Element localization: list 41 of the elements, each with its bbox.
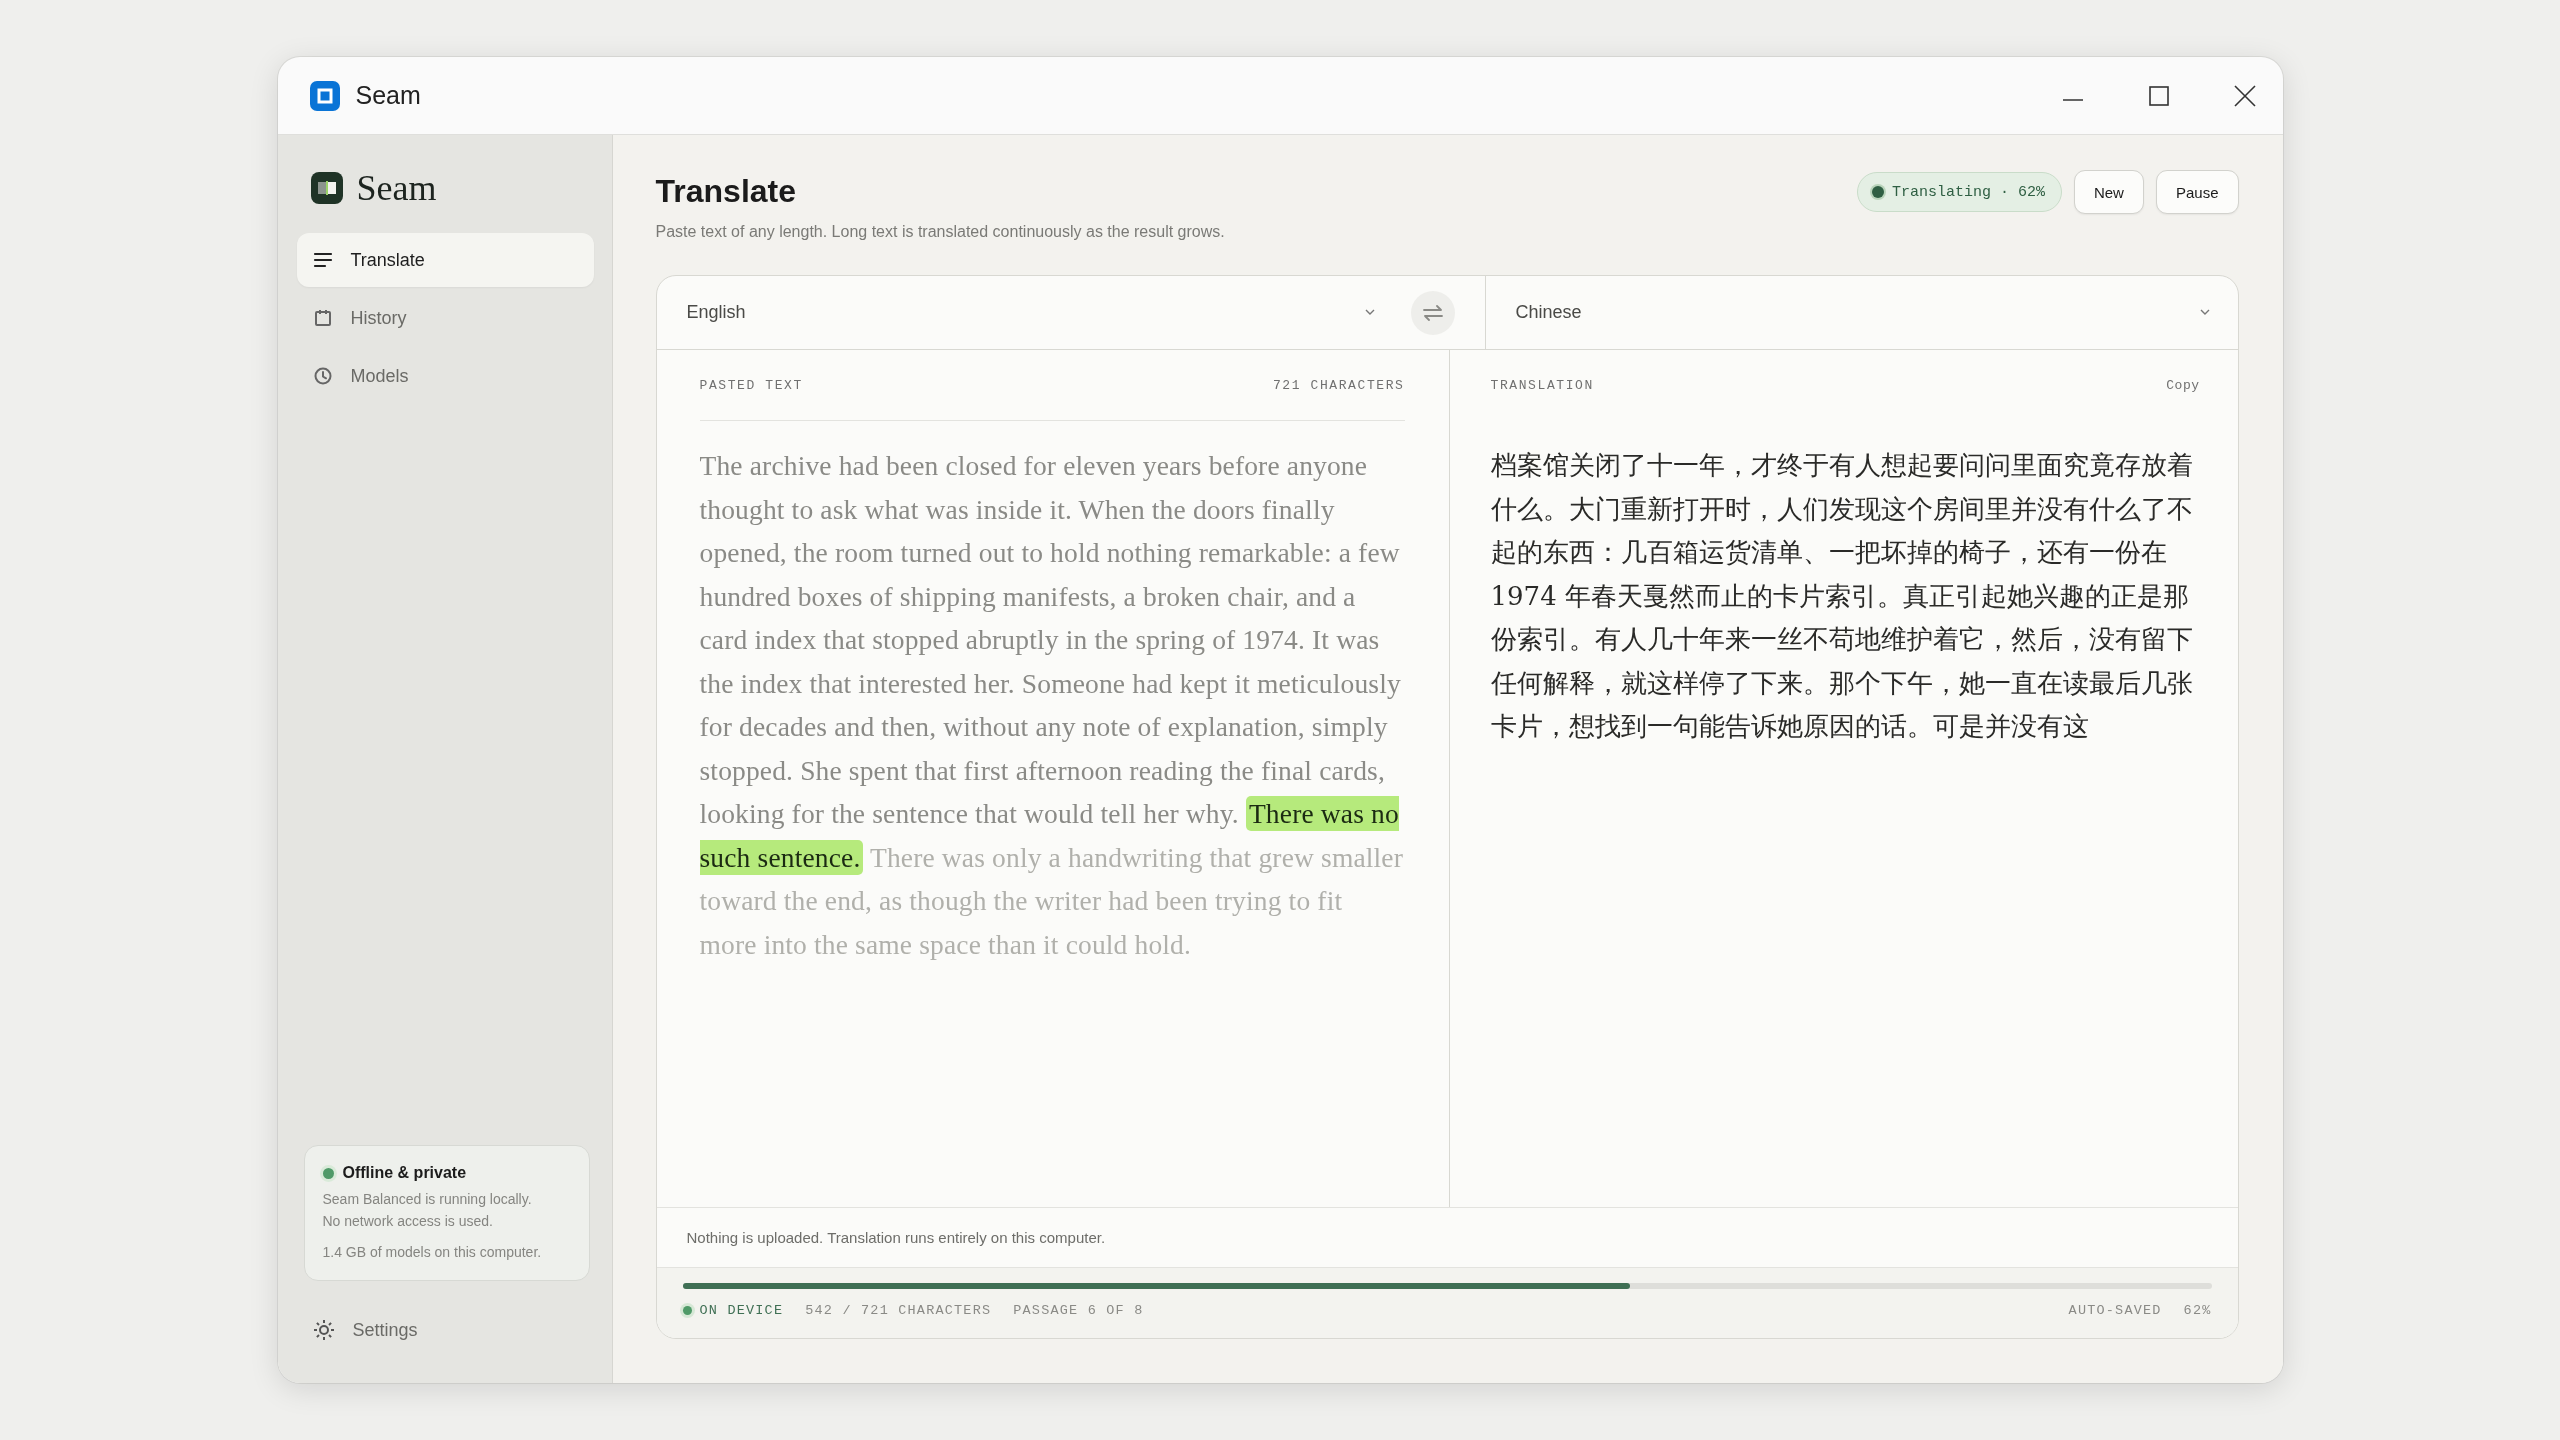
maximize-icon[interactable] [2146,83,2171,108]
settings-icon [312,1319,335,1341]
page-title: Translate [655,173,797,209]
chevron-down-icon [2199,309,2210,316]
device-status: ON DEVICE [682,1303,784,1318]
swap-icon [1422,304,1443,321]
clock-icon [312,366,333,386]
status-title: Offline & private [342,1164,467,1182]
status-badge: Translating · 62% [1856,172,2062,212]
nav-item[interactable]: History [296,291,594,345]
close-icon[interactable] [2232,83,2257,108]
app-icon [309,80,340,111]
nav-item[interactable]: Translate [296,233,594,287]
passage-count: PASSAGE 6 OF 8 [1013,1303,1144,1318]
window-title: Seam [355,81,422,110]
status-dot [322,1167,334,1179]
menu-icon [312,250,333,270]
calendar-icon [312,308,333,328]
page-subtitle: Paste text of any length. Long text is translated continuously as the result grows. [655,223,1226,241]
brand-name: Seam [356,167,437,209]
brand-logo-icon [310,172,343,204]
translation-text: 档案馆关闭了十一年，才终于有人想起要问问里面究竟存放着什么。大门重新打开时，人们发现这个房间里并没有什么了不起的东西：几百箱运货清单、一把坏掉的椅子，还有一份在 1974 年春天戛然而止的卡片索引。真正引起她兴趣的正是那份索引。有人几十年来一丝不苟地维护着它，然后，没有留下任何解释，就这样停了下来。那个下午，她一直在读最后几张卡片，想找到一句能告诉她原因的话。可是并没有这 [1490,449,2194,743]
chevron-down-icon [1364,309,1375,316]
language-select[interactable]: English [656,276,1485,349]
progress-count: 542 / 721 CHARACTERS [805,1303,992,1318]
pane-label: PASTED TEXT [699,377,803,393]
source-text[interactable]: The archive had been closed for eleven years before anyone thought to ask what was inside it. When the doors finally opened, the room turned out to hold nothing remarkable: a few hundred boxes of shipping manifests, a broken chair, and a card index that stopped abruptly in the spring of 1974. It was the index that interested her. Someone had kept it meticulously for decades and then, without any note of explanation, simply stopped. She spent that first afternoon reading the final cards, looking for the sentence that would tell her why. There was no such sentence. There was only a handwriting that grew smaller toward the end, as though the writer had been trying to fit more into the same space than it could hold. [699,444,1405,966]
language-select[interactable]: Chinese [1484,276,2238,349]
status-text: No network access is used. [322,1212,494,1231]
character-count: 721 CHARACTERS [1272,377,1405,393]
nav-item[interactable]: Models [296,349,594,403]
new-button[interactable]: New [2073,170,2144,214]
progress-percent: 62% [2183,1303,2212,1318]
pause-button[interactable]: Pause [2155,170,2239,214]
settings-item[interactable]: Settings [296,1303,594,1357]
privacy-note: Nothing is uploaded. Translation runs entirely on this computer. [686,1229,1106,1246]
save-status: AUTO-SAVED [2068,1303,2162,1318]
copy-link[interactable]: Copy [2166,377,2200,393]
storage-text: 1.4 GB of models on this computer. [322,1244,543,1260]
status-text: Seam Balanced is running locally. [322,1190,533,1209]
pane-label: TRANSLATION [1490,377,1594,393]
